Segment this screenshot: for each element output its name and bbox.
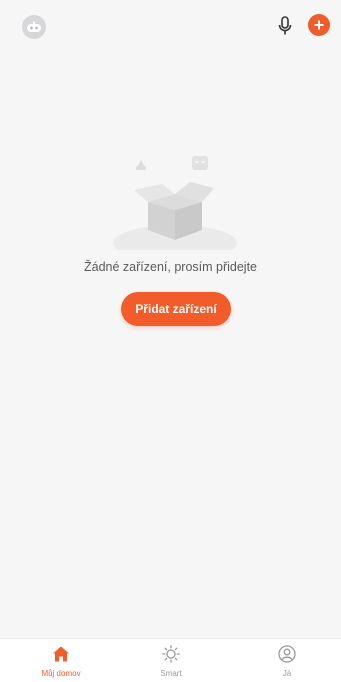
nav-item-smart[interactable]: Smart (131, 639, 211, 682)
plus-icon (314, 20, 324, 30)
nav-label-me: Já (282, 669, 292, 678)
top-bar (0, 0, 341, 52)
add-device-button[interactable] (308, 14, 330, 36)
nav-label-my-home: Můj domov (41, 669, 81, 678)
empty-state-message: Žádné zařízení, prosím přidejte (84, 260, 257, 274)
bottom-navigation: Můj domov Smart Já (0, 638, 341, 682)
profile-icon (278, 645, 296, 663)
home-screen: Žádné zařízení, prosím přidejte Přidat z… (0, 0, 341, 682)
home-icon (53, 646, 69, 662)
nav-label-smart: Smart (160, 669, 182, 678)
open-box-icon (110, 150, 240, 261)
robot-avatar-icon[interactable] (22, 15, 46, 39)
sun-icon (162, 645, 180, 663)
microphone-icon[interactable] (277, 15, 293, 37)
add-device-cta-button[interactable]: Přidat zařízení (121, 292, 231, 326)
nav-item-me[interactable]: Já (247, 639, 327, 682)
nav-item-my-home[interactable]: Můj domov (21, 639, 101, 682)
